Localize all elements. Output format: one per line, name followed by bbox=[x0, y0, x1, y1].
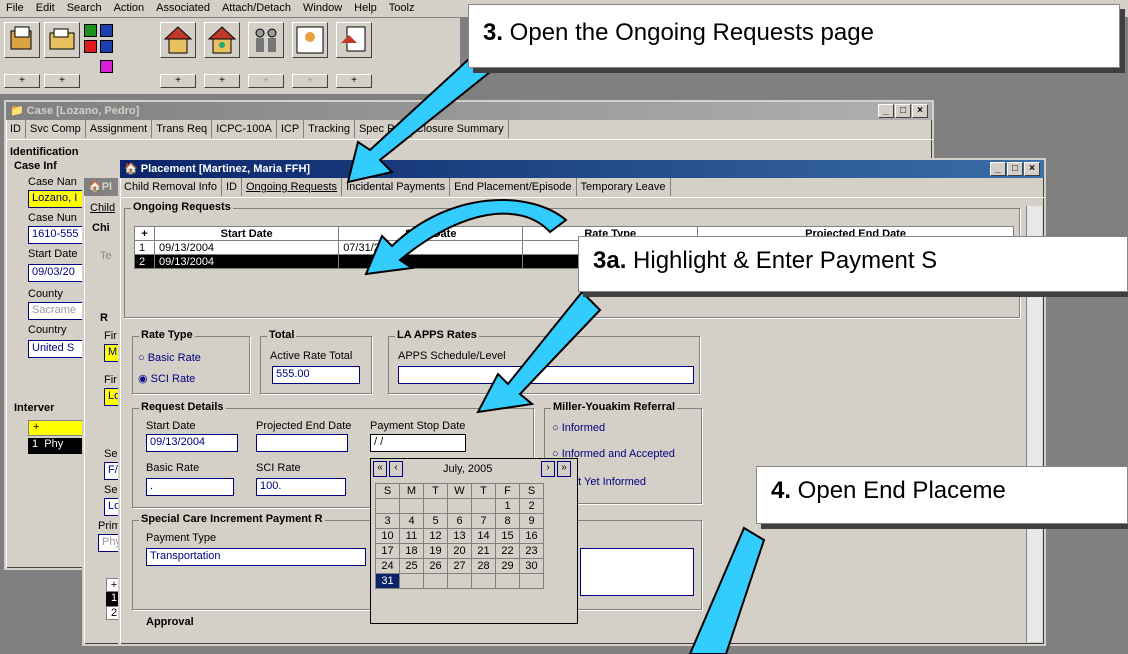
callout-step-4: 4. Open End Placeme bbox=[756, 466, 1128, 524]
instruction-arrows bbox=[346, 56, 766, 654]
arrow-3 bbox=[346, 56, 492, 184]
arrow-3a bbox=[364, 199, 568, 276]
callout-step-3a: 3a. Highlight & Enter Payment S bbox=[578, 236, 1128, 292]
callout-step-3: 3. Open the Ongoing Requests page bbox=[468, 4, 1120, 68]
arrow-4 bbox=[688, 526, 766, 654]
arrow-3a-down bbox=[476, 290, 602, 414]
